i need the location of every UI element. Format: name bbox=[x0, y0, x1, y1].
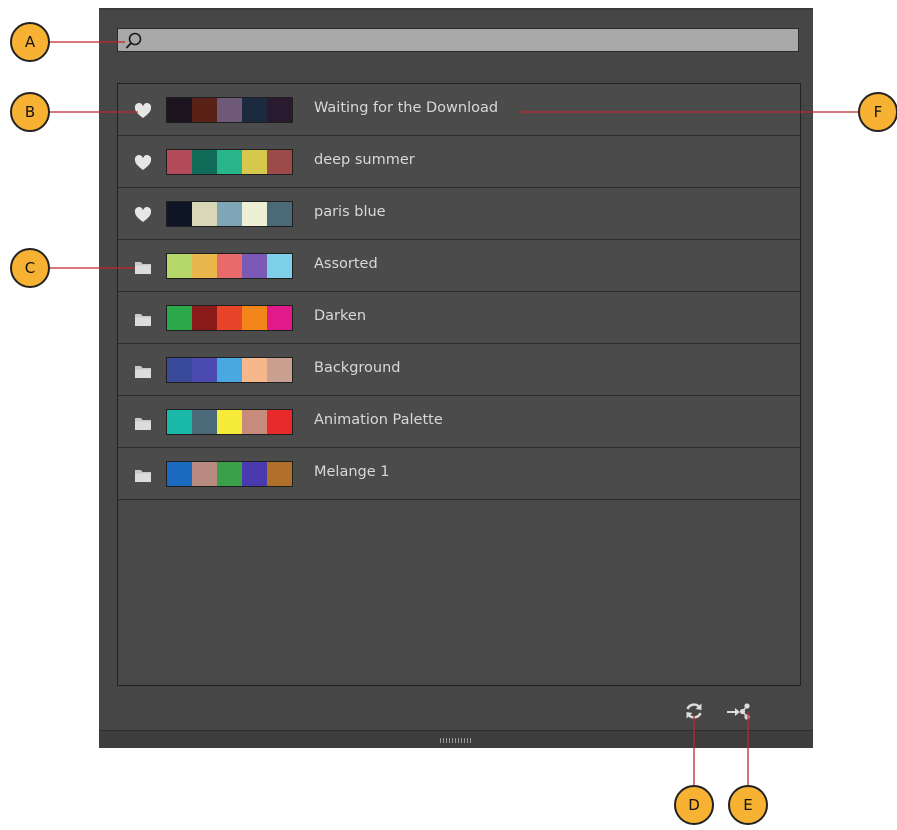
palette-row[interactable]: Assorted bbox=[118, 240, 800, 292]
color-swatch[interactable] bbox=[217, 462, 242, 486]
palette-row[interactable]: Animation Palette bbox=[118, 396, 800, 448]
palette-list: Waiting for the Download deep summer paris… bbox=[117, 83, 801, 686]
color-swatch[interactable] bbox=[167, 358, 192, 382]
color-swatches[interactable] bbox=[166, 149, 293, 175]
color-swatch[interactable] bbox=[192, 98, 217, 122]
color-swatch[interactable] bbox=[167, 306, 192, 330]
color-swatch[interactable] bbox=[217, 150, 242, 174]
color-swatch[interactable] bbox=[242, 254, 267, 278]
color-swatch[interactable] bbox=[192, 254, 217, 278]
color-swatch[interactable] bbox=[167, 150, 192, 174]
palette-name: Waiting for the Download bbox=[314, 100, 499, 116]
color-swatch[interactable] bbox=[242, 358, 267, 382]
color-swatches[interactable] bbox=[166, 357, 293, 383]
palette-name: Assorted bbox=[314, 256, 378, 272]
search-icon[interactable] bbox=[124, 31, 144, 51]
palette-name: Darken bbox=[314, 308, 367, 324]
heart-icon[interactable] bbox=[134, 155, 152, 171]
color-swatch[interactable] bbox=[192, 306, 217, 330]
color-swatch[interactable] bbox=[242, 306, 267, 330]
palette-name: Animation Palette bbox=[314, 412, 443, 428]
heart-icon[interactable] bbox=[134, 103, 152, 119]
resize-grip[interactable] bbox=[440, 738, 472, 743]
callout-f: F bbox=[858, 92, 897, 132]
color-swatches[interactable] bbox=[166, 253, 293, 279]
share-icon[interactable] bbox=[725, 700, 753, 722]
palette-row[interactable]: Background bbox=[118, 344, 800, 396]
color-swatch[interactable] bbox=[217, 358, 242, 382]
color-swatch[interactable] bbox=[267, 202, 292, 226]
palette-name: Melange 1 bbox=[314, 464, 390, 480]
color-swatch[interactable] bbox=[267, 306, 292, 330]
panel-top-border bbox=[99, 8, 813, 10]
callout-d: D bbox=[674, 785, 714, 825]
color-swatch[interactable] bbox=[192, 410, 217, 434]
color-swatch[interactable] bbox=[242, 410, 267, 434]
color-swatch[interactable] bbox=[217, 306, 242, 330]
palette-name: paris blue bbox=[314, 204, 386, 220]
palette-name: Background bbox=[314, 360, 401, 376]
palette-row[interactable]: Darken bbox=[118, 292, 800, 344]
color-swatch[interactable] bbox=[242, 462, 267, 486]
panel-bottom-bar bbox=[99, 730, 813, 748]
color-swatches[interactable] bbox=[166, 461, 293, 487]
color-swatch[interactable] bbox=[192, 150, 217, 174]
color-swatches[interactable] bbox=[166, 305, 293, 331]
color-swatch[interactable] bbox=[167, 254, 192, 278]
palette-row[interactable]: paris blue bbox=[118, 188, 800, 240]
folder-icon[interactable] bbox=[134, 311, 152, 327]
color-swatch[interactable] bbox=[242, 202, 267, 226]
callout-a: A bbox=[10, 22, 50, 62]
color-swatch[interactable] bbox=[267, 410, 292, 434]
color-swatch[interactable] bbox=[267, 254, 292, 278]
palette-row[interactable]: Waiting for the Download bbox=[118, 84, 800, 136]
color-swatch[interactable] bbox=[267, 150, 292, 174]
color-swatch[interactable] bbox=[217, 410, 242, 434]
color-swatch[interactable] bbox=[242, 98, 267, 122]
color-swatch[interactable] bbox=[242, 150, 267, 174]
color-swatch[interactable] bbox=[167, 462, 192, 486]
callout-e: E bbox=[728, 785, 768, 825]
folder-icon[interactable] bbox=[134, 415, 152, 431]
color-swatch[interactable] bbox=[267, 98, 292, 122]
search-bar[interactable] bbox=[117, 28, 799, 52]
palette-row[interactable]: Melange 1 bbox=[118, 448, 800, 500]
color-swatch[interactable] bbox=[192, 462, 217, 486]
palette-row[interactable]: deep summer bbox=[118, 136, 800, 188]
color-swatches[interactable] bbox=[166, 201, 293, 227]
folder-icon[interactable] bbox=[134, 259, 152, 275]
search-input[interactable] bbox=[142, 29, 792, 51]
color-swatch[interactable] bbox=[267, 358, 292, 382]
palette-name: deep summer bbox=[314, 152, 415, 168]
color-swatch[interactable] bbox=[192, 358, 217, 382]
color-swatches[interactable] bbox=[166, 409, 293, 435]
refresh-icon[interactable] bbox=[683, 700, 705, 722]
color-swatch[interactable] bbox=[217, 98, 242, 122]
color-swatch[interactable] bbox=[167, 410, 192, 434]
color-swatch[interactable] bbox=[167, 202, 192, 226]
folder-icon[interactable] bbox=[134, 467, 152, 483]
color-themes-panel: Waiting for the Download deep summer paris… bbox=[99, 8, 813, 748]
folder-icon[interactable] bbox=[134, 363, 152, 379]
callout-c: C bbox=[10, 248, 50, 288]
color-swatch[interactable] bbox=[267, 462, 292, 486]
color-swatch[interactable] bbox=[167, 98, 192, 122]
color-swatch[interactable] bbox=[217, 202, 242, 226]
color-swatch[interactable] bbox=[192, 202, 217, 226]
heart-icon[interactable] bbox=[134, 207, 152, 223]
color-swatches[interactable] bbox=[166, 97, 293, 123]
callout-b: B bbox=[10, 92, 50, 132]
color-swatch[interactable] bbox=[217, 254, 242, 278]
